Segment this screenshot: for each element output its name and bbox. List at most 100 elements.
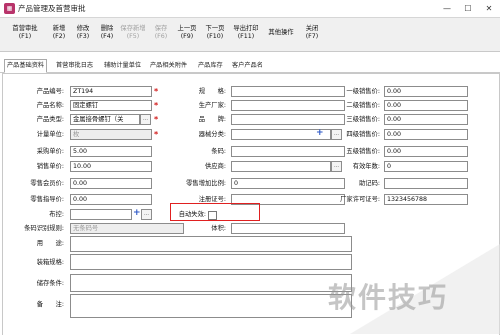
- price-level2-field[interactable]: 0.00: [384, 100, 468, 111]
- sale-price-field[interactable]: 10.00: [70, 161, 152, 172]
- retail-markup-label: 零售增加比例:: [186, 180, 226, 187]
- barcode-field[interactable]: [231, 146, 345, 157]
- price-level4-field[interactable]: 0.00: [384, 129, 468, 140]
- tab-aux-units[interactable]: 辅助计量单位: [102, 60, 143, 71]
- toolbar: 首营审批 (F1) 新增 (F2) 修改 (F3) 删除 (F4) 保存新增 (F5) 保…: [0, 18, 500, 52]
- packing-label: 装箱规格:: [36, 259, 64, 266]
- auto-expire-checkbox[interactable]: [208, 211, 217, 220]
- close-window-button[interactable]: ✕: [482, 2, 496, 15]
- barcode-rule-label: 条码识别规则:: [24, 225, 64, 232]
- add-icon[interactable]: +: [133, 209, 141, 218]
- price-level4-label: 四级销售价:: [346, 131, 380, 138]
- maximize-button[interactable]: ☐: [461, 2, 475, 15]
- approve-label: 首营审批: [12, 25, 38, 32]
- manufacturer-label: 生产厂家:: [198, 102, 226, 109]
- new-label: 新增: [52, 25, 66, 32]
- barcode-label: 条码:: [211, 148, 226, 155]
- approve-button[interactable]: 首营审批 (F1): [7, 21, 43, 48]
- retail-member-price-label: 零售会员价:: [30, 180, 64, 187]
- remarks-label: 备 注:: [36, 301, 64, 308]
- prev-page-label: 上一页: [177, 25, 197, 32]
- remarks-field[interactable]: [70, 294, 352, 318]
- title-bar: ▦ 产品管理及首营审批 — ☐ ✕: [0, 0, 500, 18]
- mnemonic-field[interactable]: [384, 178, 468, 189]
- factory-license-field[interactable]: 1323456788: [384, 194, 468, 205]
- save-key: (F6): [154, 33, 168, 40]
- add-icon[interactable]: +: [316, 129, 324, 138]
- usage-label: 用 途:: [36, 240, 64, 247]
- retail-price-label: 零售指导价:: [30, 196, 64, 203]
- minimize-button[interactable]: —: [440, 2, 454, 15]
- tab-basic-info[interactable]: 产品基础资料: [4, 59, 48, 73]
- tab-approval-log[interactable]: 首营审批日志: [54, 60, 95, 71]
- retail-markup-field[interactable]: 0: [231, 178, 345, 189]
- spec-field[interactable]: [231, 86, 345, 97]
- tab-inventory[interactable]: 产品库存: [196, 60, 225, 71]
- required-mark: *: [154, 130, 159, 139]
- export-print-button[interactable]: 导出打印 (F11): [230, 21, 262, 48]
- export-print-key: (F11): [237, 33, 255, 40]
- price-level1-field[interactable]: 0.00: [384, 86, 468, 97]
- new-button[interactable]: 新增 (F2): [48, 21, 70, 48]
- packing-field[interactable]: [70, 254, 352, 270]
- other-actions-button[interactable]: 其他操作: [266, 21, 296, 48]
- product-type-label: 产品类型:: [36, 116, 64, 123]
- barcode-rule-select[interactable]: 无条码号: [70, 223, 184, 234]
- save-new-key: (F5): [126, 33, 140, 40]
- purchase-price-label: 采购单价:: [36, 148, 64, 155]
- other-actions-label: 其他操作: [268, 29, 294, 36]
- valid-years-field[interactable]: 0: [384, 161, 468, 172]
- price-level5-field[interactable]: 0.00: [384, 146, 468, 157]
- save-new-label: 保存新增: [120, 25, 146, 32]
- save-new-button[interactable]: 保存新增 (F5): [118, 21, 148, 48]
- required-mark: *: [154, 101, 159, 110]
- window-title: 产品管理及首营审批: [18, 4, 86, 13]
- product-name-label: 产品名称:: [36, 102, 64, 109]
- prev-page-button[interactable]: 上一页 (F9): [174, 21, 200, 48]
- layout-position-field[interactable]: [70, 209, 132, 220]
- brand-field[interactable]: [231, 114, 345, 125]
- new-key: (F2): [52, 33, 66, 40]
- edit-key: (F3): [76, 33, 90, 40]
- price-level5-label: 五级销售价:: [346, 148, 380, 155]
- product-code-field[interactable]: ZT194: [70, 86, 152, 97]
- price-level3-field[interactable]: 0.00: [384, 114, 468, 125]
- close-button[interactable]: 关闭 (F7): [300, 21, 324, 48]
- price-level2-label: 二级销售价:: [346, 102, 380, 109]
- storage-label: 储存条件:: [36, 280, 64, 287]
- product-name-field[interactable]: 固定螺钉: [70, 100, 152, 111]
- delete-label: 删除: [100, 25, 114, 32]
- next-page-button[interactable]: 下一页 (F10): [202, 21, 228, 48]
- valid-years-label: 有效年数:: [352, 163, 380, 170]
- prev-page-key: (F9): [180, 33, 194, 40]
- retail-price-field[interactable]: 0.00: [70, 194, 152, 205]
- ellipsis-icon[interactable]: …: [141, 209, 152, 220]
- supplier-label: 供应商:: [204, 163, 226, 170]
- price-level3-label: 三级销售价:: [346, 116, 380, 123]
- volume-field[interactable]: [231, 223, 345, 234]
- watermark: 软件技巧: [328, 281, 449, 314]
- close-key: (F7): [305, 33, 319, 40]
- save-button[interactable]: 保存 (F6): [150, 21, 172, 48]
- close-label: 关闭: [305, 25, 319, 32]
- unit-select[interactable]: 枚: [70, 129, 152, 140]
- usage-field[interactable]: [70, 236, 352, 252]
- edit-button[interactable]: 修改 (F3): [72, 21, 94, 48]
- retail-member-price-field[interactable]: 0.00: [70, 178, 152, 189]
- tab-attachments[interactable]: 产品相关附件: [148, 60, 189, 71]
- purchase-price-field[interactable]: 5.00: [70, 146, 152, 157]
- supplier-field[interactable]: [231, 161, 331, 172]
- delete-button[interactable]: 删除 (F4): [96, 21, 118, 48]
- next-page-key: (F10): [206, 33, 224, 40]
- price-level1-label: 一级销售价:: [346, 88, 380, 95]
- manufacturer-field[interactable]: [231, 100, 345, 111]
- mnemonic-label: 助记码:: [358, 180, 380, 187]
- tab-strip: 产品基础资料 首营审批日志 辅助计量单位 产品相关附件 产品库存 客户产品名: [0, 58, 500, 73]
- product-code-label: 产品编号:: [36, 88, 64, 95]
- spec-label: 规 格:: [198, 88, 226, 95]
- tab-customer-names[interactable]: 客户产品名: [230, 60, 265, 71]
- next-page-label: 下一页: [205, 25, 225, 32]
- ellipsis-icon[interactable]: …: [140, 114, 151, 125]
- product-type-field[interactable]: 金属接骨螺钉（关: [70, 114, 140, 125]
- storage-field[interactable]: [70, 274, 352, 292]
